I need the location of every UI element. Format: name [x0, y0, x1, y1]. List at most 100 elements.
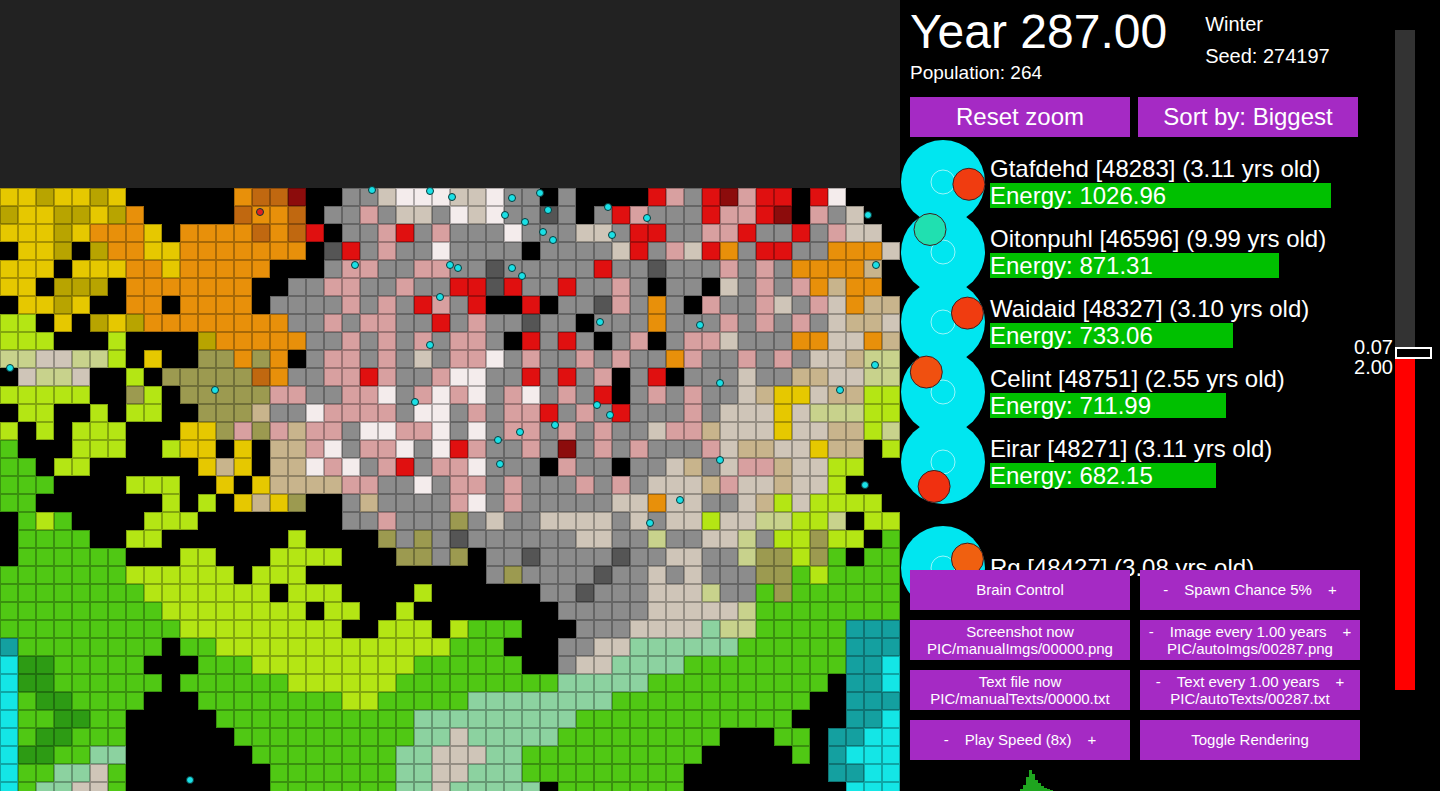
creature-dot[interactable] [608, 231, 616, 239]
energy-bar: Energy: 733.06 [990, 323, 1335, 348]
tile [288, 476, 306, 494]
tile [810, 332, 828, 350]
plus-button[interactable]: + [1342, 623, 1351, 640]
creature-dot[interactable] [696, 321, 704, 329]
creature-dot[interactable] [536, 189, 544, 197]
creature-row[interactable]: Eirar [48271] (3.11 yrs old)Energy: 682.… [900, 427, 1390, 497]
tile [648, 422, 666, 440]
control-button[interactable]: Brain Control [910, 570, 1130, 610]
plus-button[interactable]: + [1328, 581, 1337, 598]
creature-dot[interactable] [593, 401, 601, 409]
tile [432, 458, 450, 476]
sort-button[interactable]: Sort by: Biggest [1138, 97, 1358, 137]
tile [378, 512, 396, 530]
creature-row[interactable]: Celint [48751] (2.55 yrs old)Energy: 711… [900, 357, 1390, 427]
creature-dot[interactable] [864, 211, 872, 219]
creature-dot[interactable] [604, 203, 612, 211]
tile [504, 350, 522, 368]
creature-dot[interactable] [549, 236, 557, 244]
tile [180, 746, 198, 764]
control-button[interactable]: Text file nowPIC/manualTexts/00000.txt [910, 670, 1130, 710]
tile [36, 458, 54, 476]
creature-dot[interactable] [446, 261, 454, 269]
minus-button[interactable]: - [1156, 673, 1161, 690]
control-button[interactable]: Toggle Rendering [1140, 720, 1360, 760]
creature-dot[interactable] [871, 361, 879, 369]
tile [846, 188, 864, 206]
control-button[interactable]: -Spawn Chance 5%+ [1140, 570, 1360, 610]
creature-dot[interactable] [508, 194, 516, 202]
creature-dot[interactable] [411, 398, 419, 406]
creature-dot[interactable] [676, 496, 684, 504]
creature-dot[interactable] [448, 193, 456, 201]
tile [126, 422, 144, 440]
minus-button[interactable]: - [1149, 623, 1154, 640]
tile [846, 710, 864, 728]
plus-button[interactable]: + [1087, 731, 1096, 748]
slider-handle[interactable] [1395, 347, 1432, 359]
creature-dot[interactable] [861, 481, 869, 489]
creature-dot[interactable] [501, 211, 509, 219]
creature-dot[interactable] [521, 218, 529, 226]
tile [108, 260, 126, 278]
tile [864, 242, 882, 260]
creature-dot[interactable] [496, 460, 504, 468]
creature-dot[interactable] [426, 187, 434, 195]
control-button[interactable]: -Image every 1.00 years+PIC/autoImgs/002… [1140, 620, 1360, 660]
tile [144, 566, 162, 584]
tile [450, 710, 468, 728]
creature-dot[interactable] [6, 364, 14, 372]
creature-dot[interactable] [596, 318, 604, 326]
creature-dot[interactable] [186, 776, 194, 784]
creature-dot[interactable] [368, 186, 376, 194]
creature-dot[interactable] [551, 421, 559, 429]
world-map[interactable] [0, 0, 900, 791]
tile [234, 620, 252, 638]
creature-dot[interactable] [544, 206, 552, 214]
tile [0, 422, 18, 440]
tile [108, 386, 126, 404]
tile [198, 368, 216, 386]
tile [810, 782, 828, 791]
creature-dot[interactable] [211, 386, 219, 394]
control-button[interactable]: -Play Speed (8x)+ [910, 720, 1130, 760]
tile [306, 206, 324, 224]
reset-zoom-button[interactable]: Reset zoom [910, 97, 1130, 137]
creature-dot[interactable] [516, 428, 524, 436]
tile [306, 188, 324, 206]
tile [360, 512, 378, 530]
minus-button[interactable]: - [944, 731, 949, 748]
tile [720, 656, 738, 674]
creature-dot[interactable] [436, 293, 444, 301]
creature-dot[interactable] [518, 272, 526, 280]
creature-dot[interactable] [494, 436, 502, 444]
tile [720, 710, 738, 728]
creature-row[interactable]: Waidaid [48327] (3.10 yrs old)Energy: 73… [900, 287, 1390, 357]
control-button[interactable]: Screenshot nowPIC/manualImgs/00000.png [910, 620, 1130, 660]
creature-dot[interactable] [256, 208, 264, 216]
creature-row[interactable]: Oitonpuhl [46596] (9.99 yrs old)Energy: … [900, 217, 1390, 287]
creature-dot[interactable] [716, 379, 724, 387]
creature-dot[interactable] [606, 411, 614, 419]
tile [684, 278, 702, 296]
creature-dot[interactable] [426, 341, 434, 349]
tile [198, 602, 216, 620]
slider-track[interactable]: 0.072.00 [1395, 30, 1415, 690]
creature-dot[interactable] [508, 264, 516, 272]
creature-dot[interactable] [646, 519, 654, 527]
tile [594, 746, 612, 764]
creature-dot[interactable] [454, 264, 462, 272]
tile [288, 206, 306, 224]
creature-dot[interactable] [643, 214, 651, 222]
control-button[interactable]: -Text every 1.00 years+PIC/autoTexts/002… [1140, 670, 1360, 710]
minus-button[interactable]: - [1163, 581, 1168, 598]
creature-dot[interactable] [872, 261, 880, 269]
tile [252, 746, 270, 764]
creature-row[interactable]: Gtafdehd [48283] (3.11 yrs old)Energy: 1… [900, 147, 1390, 217]
creature-dot[interactable] [351, 261, 359, 269]
creature-dot[interactable] [716, 456, 724, 464]
creature-dot[interactable] [836, 386, 844, 394]
year-label: Year 287.00 [910, 0, 1167, 56]
plus-button[interactable]: + [1335, 673, 1344, 690]
creature-dot[interactable] [539, 228, 547, 236]
